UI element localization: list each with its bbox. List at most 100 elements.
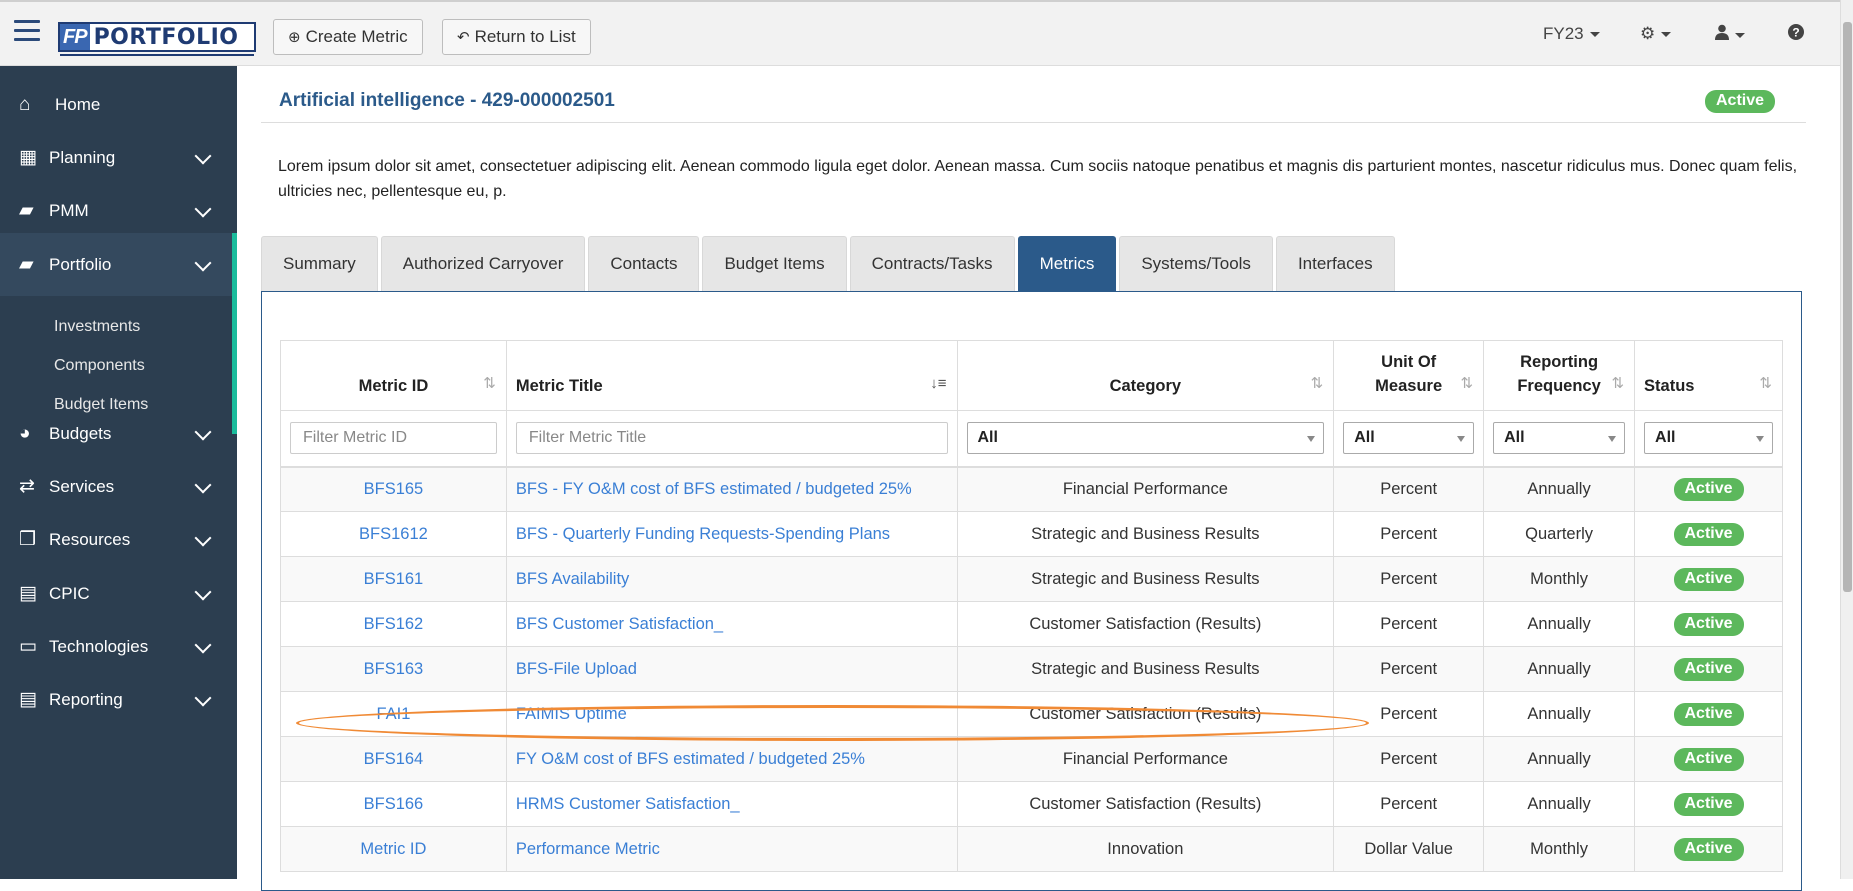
app-logo[interactable]: FP PORTFOLIO [58, 22, 256, 56]
sidebar-item-reporting[interactable]: ▤ Reporting [0, 668, 237, 731]
chevron-down-icon [194, 476, 212, 494]
metric-title-link[interactable]: BFS Availability [505, 556, 958, 602]
tab-metrics[interactable]: Metrics [1017, 236, 1117, 291]
metric-title-link[interactable]: HRMS Customer Satisfaction_ [505, 781, 958, 827]
column-header-unit-of-measure[interactable]: Unit Of Measure ⇅ [1333, 340, 1485, 411]
tab-systems-tools[interactable]: Systems/Tools [1119, 236, 1273, 291]
unit-cell: Dollar Value [1333, 826, 1485, 872]
table-row: BFS165 BFS - FY O&M cost of BFS estimated… [280, 465, 1783, 512]
user-dropdown[interactable] [1715, 24, 1745, 45]
return-to-list-button[interactable]: ↶ Return to List [442, 19, 591, 55]
file-text-icon: ▤ [19, 583, 37, 604]
frequency-cell: Annually [1483, 646, 1636, 692]
frequency-cell: Monthly [1483, 826, 1636, 872]
filter-metric-id-input[interactable]: Filter Metric ID [290, 422, 497, 455]
tab-contacts[interactable]: Contacts [588, 236, 700, 291]
status-badge: Active [1673, 657, 1744, 681]
laptop-icon: ▭ [19, 636, 37, 657]
page-scrollbar[interactable] [1840, 0, 1853, 879]
status-badge: Active [1673, 837, 1744, 861]
status-cell: Active [1634, 781, 1783, 827]
metric-title-link[interactable]: Performance Metric [505, 826, 958, 872]
help-button[interactable]: ? [1788, 24, 1804, 45]
unit-cell: Percent [1333, 646, 1485, 692]
table-row: Metric ID Performance Metric Innovation Dol… [280, 826, 1783, 872]
settings-dropdown[interactable]: ⚙ [1640, 24, 1672, 44]
column-header-category[interactable]: Category ⇅ [956, 340, 1335, 411]
category-cell: Strategic and Business Results [956, 511, 1335, 557]
create-metric-button[interactable]: ⊕ Create Metric [273, 19, 423, 55]
tab-bar: Summary Authorized Carryover Contacts Bu… [261, 236, 1398, 291]
filter-category-select[interactable]: All [966, 422, 1325, 455]
home-icon: ⌂ [19, 93, 31, 115]
tab-budget-items[interactable]: Budget Items [702, 236, 847, 291]
metric-id-link[interactable]: Metric ID [280, 826, 507, 872]
column-header-metric-title[interactable]: Metric Title ↓≡ [505, 340, 958, 411]
column-header-status[interactable]: Status ⇅ [1634, 340, 1783, 411]
chevron-down-icon [194, 636, 212, 654]
metrics-table: Metric ID ⇅ Metric Title ↓≡ Category ⇅ U… [280, 340, 1783, 872]
plus-circle-icon: ⊕ [288, 29, 301, 46]
metric-title-link[interactable]: BFS - Quarterly Funding Requests-Spendin… [505, 511, 958, 557]
tab-authorized-carryover[interactable]: Authorized Carryover [380, 236, 586, 291]
hamburger-menu-icon[interactable] [14, 20, 40, 42]
sidebar-subitem-investments[interactable]: Investments [54, 318, 140, 336]
sidebar-item-label: Technologies [49, 636, 149, 656]
sort-icon: ⇅ [483, 375, 496, 392]
column-header-metric-id[interactable]: Metric ID ⇅ [280, 340, 507, 411]
metric-id-link[interactable]: BFS1612 [280, 511, 507, 557]
metric-title-link[interactable]: BFS Customer Satisfaction_ [505, 601, 958, 647]
fiscal-year-label: FY23 [1543, 24, 1584, 43]
filter-metric-title-input[interactable]: Filter Metric Title [515, 422, 948, 455]
filter-unit-select[interactable]: All [1343, 422, 1475, 455]
sidebar-item-portfolio[interactable]: ▰ Portfolio [0, 233, 237, 296]
column-header-reporting-frequency[interactable]: Reporting Frequency ⇅ [1483, 340, 1636, 411]
table-row: BFS163 BFS-File Upload Strategic and Busin… [280, 646, 1783, 692]
sidebar-subitem-components[interactable]: Components [54, 357, 145, 375]
filter-frequency-select[interactable]: All [1493, 422, 1626, 455]
chevron-down-icon [194, 423, 212, 441]
tab-summary[interactable]: Summary [261, 236, 378, 291]
sidebar-item-label: Portfolio [49, 254, 112, 274]
sidebar-item-label: Reporting [49, 689, 123, 709]
category-cell: Strategic and Business Results [956, 556, 1335, 602]
metric-title-link[interactable]: BFS-File Upload [505, 646, 958, 692]
metric-id-link[interactable]: BFS166 [280, 781, 507, 827]
tab-interfaces[interactable]: Interfaces [1275, 236, 1395, 291]
filter-status-select[interactable]: All [1644, 422, 1773, 455]
table-row: BFS162 BFS Customer Satisfaction_ Customer… [280, 601, 1783, 647]
status-badge: Active [1673, 567, 1744, 591]
category-cell: Customer Satisfaction (Results) [956, 781, 1335, 827]
status-cell: Active [1634, 465, 1783, 512]
investment-description: Lorem ipsum dolor sit amet, consectetuer… [278, 158, 1798, 200]
metric-title-link[interactable]: BFS - FY O&M cost of BFS estimated / bud… [505, 465, 958, 512]
status-badge: Active [1673, 702, 1744, 726]
unit-cell: Percent [1333, 556, 1485, 602]
question-circle-icon: ? [1788, 24, 1804, 40]
metric-id-link[interactable]: BFS165 [280, 465, 507, 512]
metric-id-link[interactable]: BFS163 [280, 646, 507, 692]
metric-id-link[interactable]: BFS164 [280, 736, 507, 782]
frequency-cell: Annually [1483, 465, 1636, 512]
chevron-down-icon [194, 254, 212, 272]
exchange-icon: ⇄ [19, 476, 35, 497]
category-cell: Strategic and Business Results [956, 646, 1335, 692]
category-cell: Financial Performance [956, 736, 1335, 782]
fiscal-year-dropdown[interactable]: FY23 [1543, 24, 1600, 44]
metric-title-link[interactable]: FAIMIS Uptime [505, 691, 958, 737]
sidebar-item-label: Planning [49, 147, 116, 167]
investment-status-badge: Active [1705, 90, 1776, 113]
tab-contracts-tasks[interactable]: Contracts/Tasks [849, 236, 1015, 291]
sort-icon: ⇅ [1759, 375, 1772, 392]
top-navbar: FP PORTFOLIO ⊕ Create Metric ↶ Return to… [0, 0, 1853, 66]
scrollbar-thumb[interactable] [1843, 22, 1852, 592]
status-cell: Active [1634, 646, 1783, 692]
metric-id-link[interactable]: BFS162 [280, 601, 507, 647]
metrics-table-body: BFS165 BFS - FY O&M cost of BFS estimated… [280, 465, 1783, 872]
reply-arrow-icon: ↶ [457, 29, 470, 46]
sidebar-item-label: CPIC [49, 583, 90, 603]
metric-id-link[interactable]: BFS161 [280, 556, 507, 602]
frequency-cell: Quarterly [1483, 511, 1636, 557]
metric-title-link[interactable]: FY O&M cost of BFS estimated / budgeted … [505, 736, 958, 782]
metric-id-link[interactable]: FAI1 [280, 691, 507, 737]
